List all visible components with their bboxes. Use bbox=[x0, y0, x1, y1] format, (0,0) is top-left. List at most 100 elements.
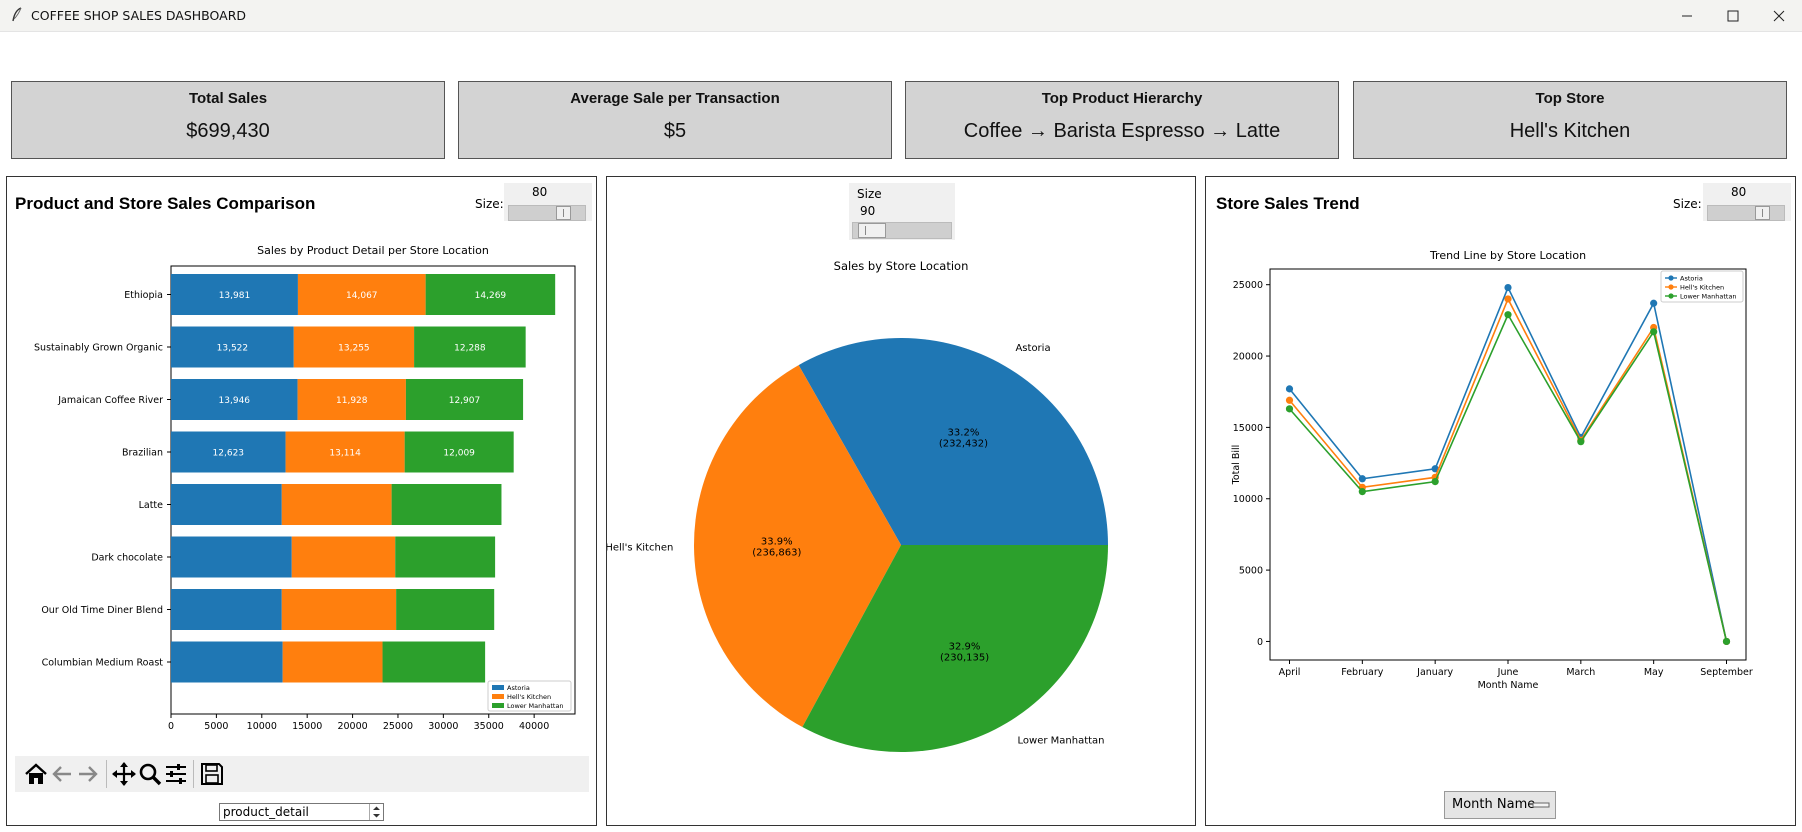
configure-icon[interactable] bbox=[163, 761, 189, 787]
zoom-icon[interactable] bbox=[137, 761, 163, 787]
kpi-card-top-product: Top Product Hierarchy Coffee → Barista E… bbox=[905, 81, 1339, 159]
bar-data-label: 14,269 bbox=[475, 291, 507, 301]
store-location-panel: Size 90 Sales by Store Location 33.2% (232… bbox=[606, 176, 1196, 826]
kpi-card-total-sales: Total Sales $699,430 bbox=[11, 81, 445, 159]
grouping-menu-button[interactable]: Month Name bbox=[1444, 791, 1556, 819]
category-spinbox[interactable]: product_detail bbox=[219, 803, 384, 821]
maximize-icon bbox=[1727, 10, 1739, 22]
size-slider[interactable]: 80 bbox=[504, 183, 592, 221]
panel-title: Store Sales Trend bbox=[1216, 194, 1360, 213]
x-tick-label: September bbox=[1700, 667, 1753, 678]
feather-icon bbox=[12, 7, 22, 22]
pan-icon[interactable] bbox=[111, 761, 137, 787]
spinbox-arrows[interactable] bbox=[369, 804, 383, 820]
bar-segment bbox=[171, 641, 283, 683]
product-store-panel: Product and Store Sales Comparison Size:… bbox=[6, 176, 597, 826]
size-slider-value: 80 bbox=[532, 185, 548, 199]
bar-segment bbox=[382, 641, 486, 683]
data-point bbox=[1722, 637, 1731, 646]
bar-segment bbox=[171, 536, 292, 578]
legend-label: Lower Manhattan bbox=[1680, 293, 1737, 301]
panel-title: Product and Store Sales Comparison bbox=[15, 194, 316, 213]
size-slider-handle[interactable] bbox=[555, 206, 571, 220]
size-slider-trough[interactable] bbox=[508, 205, 586, 221]
size-slider-handle[interactable] bbox=[1754, 206, 1770, 220]
x-tick-label: 40000 bbox=[519, 721, 549, 732]
bar-data-label: 13,114 bbox=[329, 449, 361, 459]
window-title: COFFEE SHOP SALES DASHBOARD bbox=[31, 8, 247, 23]
legend-label: Astoria bbox=[1680, 275, 1703, 283]
bar-data-label: 13,946 bbox=[219, 396, 251, 406]
minimize-button[interactable] bbox=[1664, 0, 1710, 31]
y-tick-label: Brazilian bbox=[122, 448, 163, 459]
trend-line-chart: Trend Line by Store Location 0 5000 10000 15… bbox=[1231, 249, 1753, 691]
kpi-value: Hell's Kitchen bbox=[1509, 120, 1631, 142]
x-tick-label: 10000 bbox=[247, 721, 277, 732]
x-tick-label: 15000 bbox=[292, 721, 322, 732]
close-button[interactable] bbox=[1756, 0, 1802, 31]
kpi-value: Coffee → Barista Espresso → Latte bbox=[963, 120, 1281, 142]
legend-label: Astoria bbox=[507, 684, 530, 692]
spin-arrows-icon bbox=[373, 806, 380, 818]
bar-segment bbox=[281, 589, 397, 630]
size-slider[interactable]: Size 90 bbox=[849, 183, 955, 240]
kpi-title: Top Store bbox=[1535, 90, 1605, 107]
bar-data-label: 13,522 bbox=[217, 344, 249, 354]
x-tick-label: May bbox=[1644, 667, 1664, 678]
menu-indicator-icon bbox=[1532, 802, 1550, 808]
y-tick-label: Our Old Time Diner Blend bbox=[41, 605, 163, 616]
save-icon[interactable] bbox=[199, 761, 225, 787]
pie-percent-label: 33.9% bbox=[761, 536, 793, 547]
size-label: Size: bbox=[475, 197, 504, 211]
x-tick-label: 0 bbox=[168, 721, 174, 732]
bar-segment bbox=[282, 641, 383, 683]
legend-swatch bbox=[492, 694, 504, 699]
size-slider[interactable]: 80 bbox=[1703, 183, 1791, 221]
size-slider-trough[interactable] bbox=[1707, 205, 1785, 221]
bar-data-label: 11,928 bbox=[336, 396, 368, 406]
home-icon[interactable] bbox=[23, 761, 49, 787]
kpi-value: $699,430 bbox=[186, 120, 270, 142]
back-arrow-icon[interactable] bbox=[49, 761, 75, 787]
y-tick-label: Ethiopia bbox=[124, 290, 163, 301]
chart-title: Trend Line by Store Location bbox=[1429, 249, 1586, 262]
bar-data-label: 14,067 bbox=[346, 291, 378, 301]
product-sales-bar-chart: Sales by Product Detail per Store Locati… bbox=[34, 244, 576, 732]
x-tick-label: 25000 bbox=[383, 721, 413, 732]
data-point bbox=[1577, 438, 1585, 446]
forward-arrow-icon[interactable] bbox=[75, 761, 101, 787]
x-axis-label: Month Name bbox=[1478, 680, 1539, 691]
size-slider-handle[interactable] bbox=[858, 223, 886, 238]
plot-toolbar bbox=[15, 756, 589, 792]
bar-segment bbox=[391, 484, 502, 525]
toolbar-divider bbox=[106, 760, 107, 788]
pie-slice-label: Astoria bbox=[1015, 343, 1050, 354]
data-point bbox=[1358, 475, 1366, 483]
x-tick-label: March bbox=[1566, 667, 1595, 678]
bar-segment bbox=[396, 589, 495, 630]
data-point bbox=[1358, 488, 1366, 496]
data-point bbox=[1650, 328, 1658, 336]
pie-value-label: (230,135) bbox=[940, 653, 989, 664]
bar-segment bbox=[171, 589, 282, 630]
size-slider-trough[interactable] bbox=[852, 222, 952, 239]
x-tick-label: 5000 bbox=[204, 721, 228, 732]
size-slider-value: 90 bbox=[860, 204, 876, 218]
x-tick-label: January bbox=[1416, 667, 1453, 678]
category-spinbox-value: product_detail bbox=[223, 805, 309, 819]
legend-marker bbox=[1668, 275, 1674, 281]
minimize-icon bbox=[1682, 15, 1692, 17]
legend-marker bbox=[1668, 293, 1674, 299]
y-tick-label: Dark chocolate bbox=[91, 553, 163, 564]
plot-area bbox=[1269, 268, 1747, 661]
legend-marker bbox=[1668, 284, 1674, 290]
legend-swatch bbox=[492, 685, 504, 690]
y-tick-label: 15000 bbox=[1233, 423, 1263, 434]
size-slider-label: Size bbox=[857, 187, 882, 201]
data-point bbox=[1431, 478, 1439, 486]
x-tick-label: February bbox=[1341, 667, 1383, 678]
bar-data-label: 13,255 bbox=[338, 344, 370, 354]
maximize-button[interactable] bbox=[1710, 0, 1756, 31]
y-tick-label: 0 bbox=[1257, 637, 1263, 648]
store-trend-panel: Store Sales Trend Size: 80 Trend Line by… bbox=[1205, 176, 1796, 826]
